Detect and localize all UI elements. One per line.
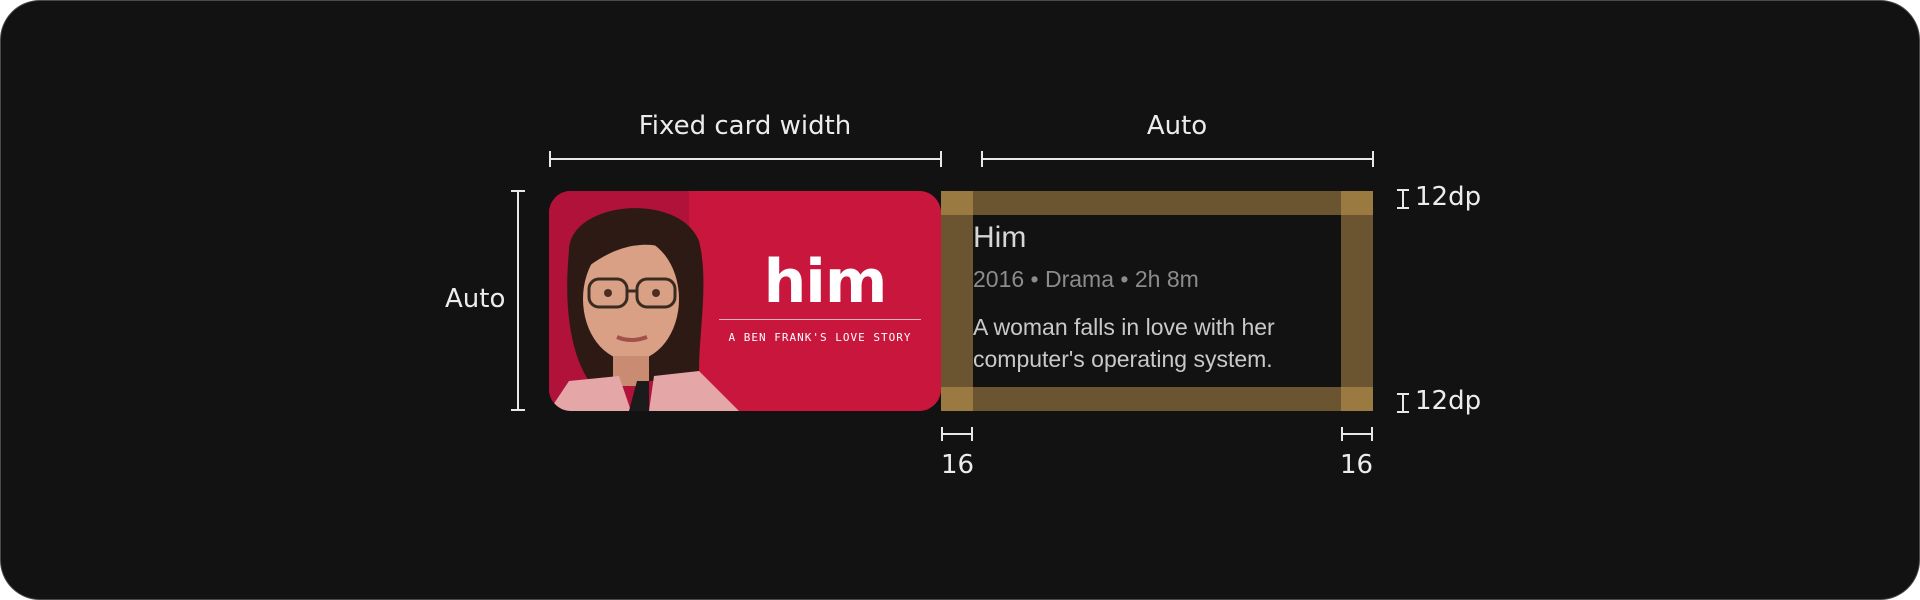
padding-top-indicator-icon [1397, 189, 1409, 209]
auto-height-label: Auto [445, 284, 506, 314]
padding-corner-top-right [1341, 191, 1373, 215]
padding-right-dimension-line [1341, 433, 1373, 435]
padding-left-dimension-line [941, 433, 973, 435]
padding-bottom-indicator-icon [1397, 393, 1409, 413]
padding-top-label: 12dp [1415, 182, 1482, 212]
auto-width-tick-right [1372, 151, 1374, 167]
padding-right-label: 16 [1340, 450, 1374, 480]
padding-left-tick-left [941, 427, 943, 441]
movie-title: Him [973, 221, 1027, 254]
padding-corner-bottom-left [941, 387, 973, 411]
poster-tagline: A BEN FRANK'S LOVE STORY [728, 331, 912, 344]
fixed-card-width-tick-right [940, 151, 942, 167]
padding-corner-top-left [941, 191, 973, 215]
padding-right-highlight [1341, 215, 1373, 387]
fixed-card-width-tick-left [549, 151, 551, 167]
padding-left-label: 16 [941, 450, 975, 480]
movie-description: A woman falls in love with her computer'… [973, 314, 1275, 372]
auto-height-tick-top [511, 190, 525, 192]
auto-width-tick-left [981, 151, 983, 167]
fixed-card-width-label: Fixed card width [638, 111, 852, 141]
auto-height-tick-bottom [511, 409, 525, 411]
fixed-card-width-line [549, 158, 941, 160]
padding-right-tick-left [1341, 427, 1343, 441]
auto-width-label: Auto [1146, 111, 1208, 141]
padding-bottom-highlight [941, 387, 1373, 411]
auto-height-line [517, 191, 519, 411]
padding-corner-bottom-right [1341, 387, 1373, 411]
movie-meta: 2016 • Drama • 2h 8m [973, 266, 1199, 292]
poster-title: him [763, 247, 888, 317]
auto-width-line [981, 158, 1373, 160]
padding-bottom-label: 12dp [1415, 386, 1482, 416]
padding-left-tick-right [971, 427, 973, 441]
poster-divider [719, 319, 921, 320]
padding-top-highlight [941, 191, 1373, 215]
diagram-canvas: Fixed card width Auto Auto him A BEN FRA… [0, 0, 1920, 600]
padding-right-tick-right [1371, 427, 1373, 441]
padding-left-highlight [941, 215, 973, 387]
movie-poster-image: him A BEN FRANK'S LOVE STORY [549, 191, 941, 411]
